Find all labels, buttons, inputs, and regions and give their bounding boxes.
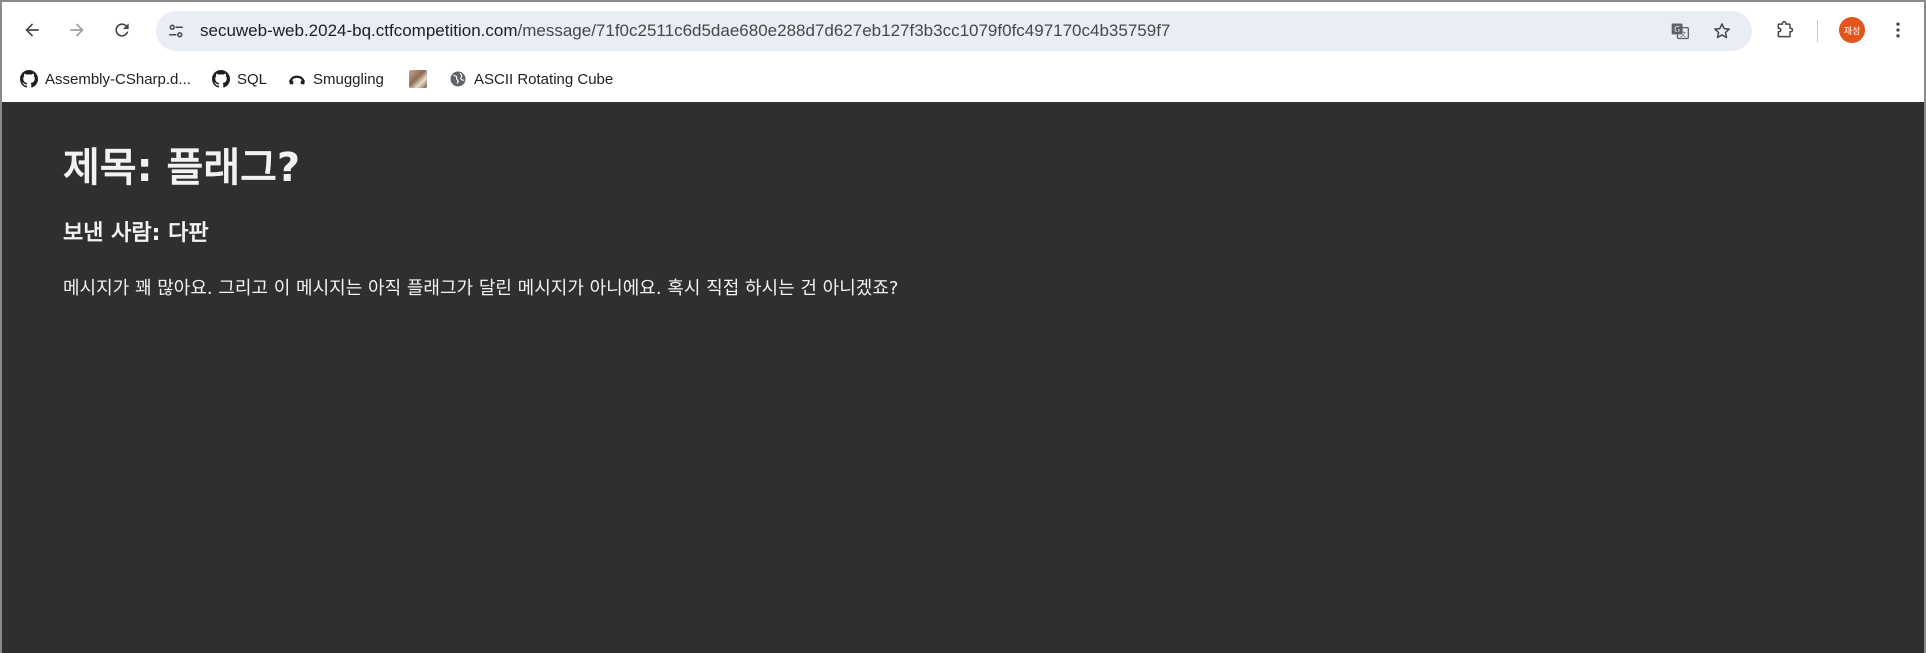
bookmark-smuggling[interactable]: Smuggling	[288, 66, 384, 92]
url-text[interactable]: secuweb-web.2024-bq.ctfcompetition.com/m…	[200, 11, 1170, 51]
forward-button[interactable]	[61, 14, 93, 46]
smuggling-icon	[289, 75, 305, 85]
reload-button[interactable]	[106, 14, 138, 46]
bookmark-label: SQL	[237, 70, 268, 88]
bookmark-label: ASCII Rotating Cube	[474, 70, 614, 88]
browser-menu-button[interactable]	[1882, 14, 1914, 46]
site-info-button[interactable]	[160, 15, 192, 47]
reload-icon	[115, 23, 129, 37]
bookmark-sql[interactable]: SQL	[212, 66, 267, 92]
message-title: 제목: 플래그?	[63, 145, 301, 191]
bookmarks-bar: Assembly-CSharp.d... SQL Smuggling ASCII…	[2, 58, 1924, 102]
bookmark-label: Assembly-CSharp.d...	[45, 70, 191, 88]
translate-icon: G 文	[1671, 23, 1689, 40]
tune-icon	[169, 24, 183, 38]
address-bar[interactable]: secuweb-web.2024-bq.ctfcompetition.com/m…	[156, 11, 1752, 51]
translate-button[interactable]: G 文	[1664, 15, 1696, 47]
url-host: secuweb-web.2024-bq.ctfcompetition.com	[200, 21, 518, 40]
puzzle-icon	[1777, 20, 1794, 38]
github-icon	[20, 70, 38, 88]
extensions-button[interactable]	[1769, 14, 1801, 46]
bookmark-ascii-rotating-cube[interactable]: ASCII Rotating Cube	[449, 66, 613, 92]
profile-avatar[interactable]: 재성	[1839, 17, 1865, 43]
message-body: 메시지가 꽤 많아요. 그리고 이 메시지는 아직 플래그가 달린 메시지가 아…	[63, 278, 899, 299]
bookmark-star-button[interactable]	[1706, 15, 1738, 47]
svg-text:文: 文	[1680, 29, 1687, 38]
forward-arrow-icon	[70, 23, 84, 37]
toolbar-divider	[1817, 20, 1818, 42]
back-button[interactable]	[16, 14, 48, 46]
star-icon	[1714, 23, 1730, 39]
bookmark-label: Smuggling	[313, 70, 384, 88]
message-sender: 보낸 사람: 다판	[63, 221, 209, 246]
kebab-menu-icon	[1896, 22, 1900, 38]
back-arrow-icon	[25, 23, 39, 37]
bookmark-thumbnail-image	[409, 70, 427, 88]
url-path: /message/71f0c2511c6d5dae680e288d7d627eb…	[517, 21, 1171, 40]
github-icon	[212, 70, 230, 88]
bookmark-assembly-csharp[interactable]: Assembly-CSharp.d...	[20, 66, 191, 92]
page-content: 제목: 플래그? 보낸 사람: 다판 메시지가 꽤 많아요. 그리고 이 메시지…	[2, 102, 1924, 653]
globe-icon	[450, 71, 466, 87]
bookmark-image[interactable]	[409, 66, 427, 92]
browser-toolbar: secuweb-web.2024-bq.ctfcompetition.com/m…	[2, 2, 1924, 58]
